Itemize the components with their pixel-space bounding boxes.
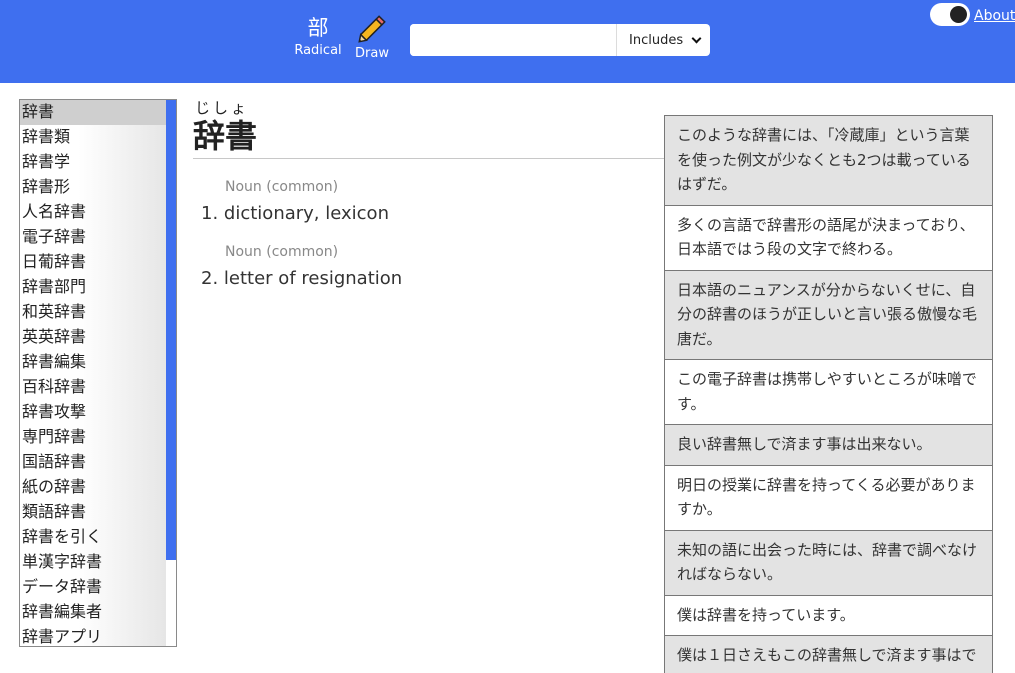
sense-pos: Noun (common) bbox=[225, 179, 339, 195]
search-input[interactable] bbox=[410, 24, 616, 56]
example-sentence[interactable]: 僕は１日さえもこの辞書無しで済ます事はできない。 bbox=[665, 636, 992, 673]
draw-button[interactable]: Draw bbox=[352, 14, 392, 64]
word-list-item[interactable]: 辞書編集 bbox=[20, 350, 166, 375]
match-mode-value: Includes bbox=[629, 32, 684, 48]
word-list-item[interactable]: 国語辞書 bbox=[20, 450, 166, 475]
word-list-item[interactable]: 辞書 bbox=[20, 100, 166, 125]
search-box: Includes bbox=[410, 24, 710, 56]
word-list-item[interactable]: 辞書学 bbox=[20, 150, 166, 175]
example-sentence[interactable]: 日本語のニュアンスが分からないくせに、自分の辞書のほうが正しいと言い張る傲慢な毛… bbox=[665, 270, 992, 360]
example-sentence[interactable]: 良い辞書無しで済ます事は出来ない。 bbox=[665, 425, 992, 466]
sense-gloss: letter of resignation bbox=[223, 268, 403, 289]
example-sentence[interactable]: 明日の授業に辞書を持ってくる必要がありますか。 bbox=[665, 466, 992, 531]
word-list-items: 辞書 辞書類 辞書学 辞書形 人名辞書 電子辞書 日葡辞書 辞書部門 和英辞書 英英辞書 辞書編集百… bbox=[20, 100, 166, 646]
divider bbox=[193, 158, 665, 159]
word-list-item[interactable]: データ辞書 bbox=[20, 575, 166, 600]
example-sentence[interactable]: 多くの言語で辞書形の語尾が決まっており、日本語ではう段の文字で終わる。 bbox=[665, 206, 992, 271]
example-sentence[interactable]: このような辞書には、「冷蔵庫」という言葉を使った例文が少なくとも2つは載っている… bbox=[665, 116, 992, 206]
word-list-item[interactable]: 類語辞書 bbox=[20, 500, 166, 525]
sense-item: 2. letter of resignation bbox=[201, 268, 402, 289]
word-list[interactable]: 辞書 辞書類 辞書学 辞書形 人名辞書 電子辞書 日葡辞書 辞書部門 和英辞書 英英辞書 辞書編集百… bbox=[19, 99, 177, 647]
draw-label: Draw bbox=[355, 46, 389, 61]
radical-label: Radical bbox=[294, 43, 342, 58]
sense-item: 1. dictionary, lexicon bbox=[201, 203, 389, 224]
word-list-item[interactable]: 専門辞書 bbox=[20, 425, 166, 450]
headword: 辞書 bbox=[193, 117, 258, 155]
example-sentence[interactable]: この電子辞書は携帯しやすいところが味噌です。 bbox=[665, 360, 992, 425]
chevron-down-icon bbox=[691, 33, 702, 43]
word-list-item[interactable]: 辞書アプリ bbox=[20, 625, 166, 646]
word-list-item[interactable]: 辞書部門 bbox=[20, 275, 166, 300]
scrollbar-thumb[interactable] bbox=[166, 100, 176, 560]
example-sentence[interactable]: 未知の語に出会った時には、辞書で調べなければならない。 bbox=[665, 530, 992, 596]
word-list-scrollbar[interactable] bbox=[166, 100, 176, 646]
top-bar: 部 Radical Draw Includes About bbox=[0, 0, 1015, 83]
word-list-item[interactable]: 電子辞書 bbox=[20, 225, 166, 250]
example-sentences-panel: このような辞書には、「冷蔵庫」という言葉を使った例文が少なくとも2つは載っている… bbox=[664, 115, 993, 673]
word-list-item[interactable]: 辞書類 bbox=[20, 125, 166, 150]
word-list-item[interactable]: 紙の辞書 bbox=[20, 475, 166, 500]
word-list-item[interactable]: 百科辞書 bbox=[20, 375, 166, 400]
word-list-item[interactable]: 英英辞書 bbox=[20, 325, 166, 350]
dark-mode-toggle[interactable] bbox=[930, 3, 970, 26]
pencil-icon bbox=[358, 15, 386, 43]
radical-button[interactable]: 部 Radical bbox=[292, 14, 344, 64]
word-list-item[interactable]: 辞書形 bbox=[20, 175, 166, 200]
example-sentence[interactable]: 僕は辞書を持っています。 bbox=[665, 596, 992, 636]
match-mode-select[interactable]: Includes bbox=[616, 24, 710, 56]
sense-gloss: dictionary, lexicon bbox=[223, 203, 389, 224]
sense-number: 2. bbox=[201, 268, 219, 289]
word-list-item[interactable]: 人名辞書 bbox=[20, 200, 166, 225]
sense-number: 1. bbox=[201, 203, 219, 224]
word-list-item[interactable]: 日葡辞書 bbox=[20, 250, 166, 275]
word-list-item[interactable]: 辞書攻撃 bbox=[20, 400, 166, 425]
toggle-knob bbox=[950, 6, 967, 23]
word-list-item[interactable]: 辞書編集者 bbox=[20, 600, 166, 625]
word-list-item[interactable]: 辞書を引く bbox=[20, 525, 166, 550]
word-list-item[interactable]: 単漢字辞書 bbox=[20, 550, 166, 575]
about-link[interactable]: About bbox=[974, 8, 1015, 24]
sense-pos: Noun (common) bbox=[225, 244, 339, 260]
radical-glyph: 部 bbox=[307, 16, 329, 40]
word-list-item[interactable]: 和英辞書 bbox=[20, 300, 166, 325]
